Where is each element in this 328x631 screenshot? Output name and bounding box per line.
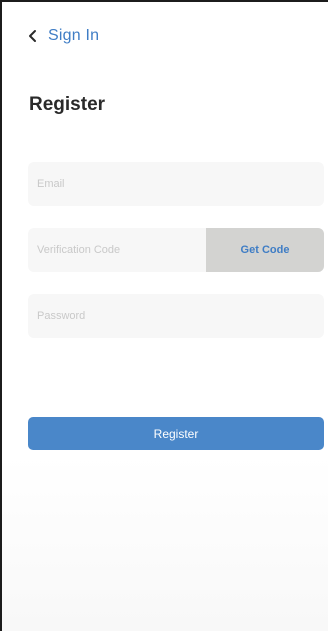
password-field[interactable] (28, 294, 324, 338)
verification-code-field[interactable] (28, 228, 206, 272)
chevron-left-icon (29, 30, 36, 42)
back-to-sign-in-link[interactable]: Sign In (28, 27, 99, 45)
page-title: Register (29, 94, 106, 115)
register-screen: Sign In Register Get Code Register (0, 0, 328, 631)
password-field-container (28, 294, 324, 338)
get-code-button[interactable]: Get Code (206, 228, 324, 272)
register-button[interactable]: Register (28, 417, 324, 450)
email-field-container (28, 162, 324, 206)
email-field[interactable] (28, 162, 324, 206)
verification-code-field-container: Get Code (28, 228, 324, 272)
back-link-label: Sign In (48, 27, 100, 44)
